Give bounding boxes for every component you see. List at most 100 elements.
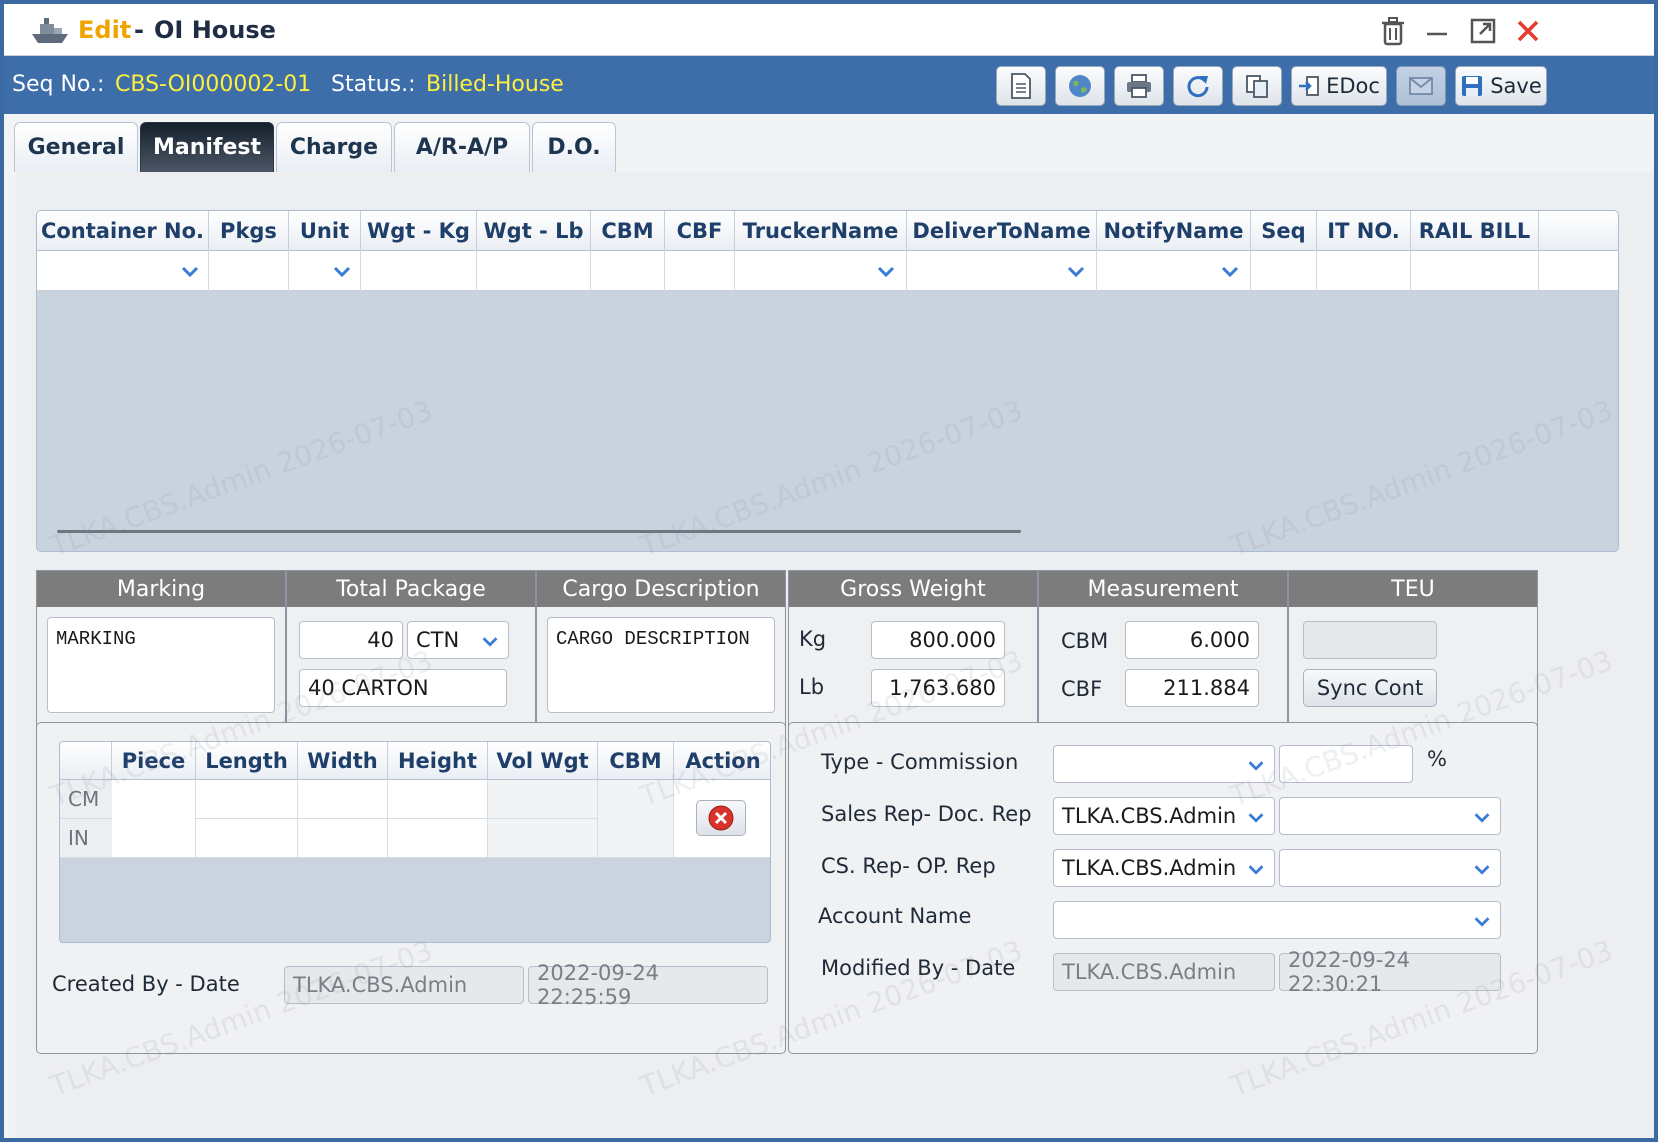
col-trucker-name[interactable]: TruckerName [735,211,907,251]
chevron-down-icon[interactable] [177,259,203,283]
filter-trucker-name[interactable] [735,251,907,291]
col-seq[interactable]: Seq [1251,211,1317,251]
filter-pkgs[interactable] [209,251,289,291]
print-button[interactable] [1114,66,1164,106]
chevron-down-icon[interactable] [1244,857,1268,881]
chevron-down-icon[interactable] [1217,259,1243,283]
filter-cbf[interactable] [665,251,735,291]
sales-doc-rep-label: Sales Rep- Doc. Rep [821,802,1032,826]
width-cm-input[interactable] [298,780,388,819]
col-unit[interactable]: Unit [289,211,361,251]
save-button[interactable]: Save [1455,66,1547,106]
account-name-select[interactable] [1053,901,1501,939]
col-cbf[interactable]: CBF [665,211,735,251]
sales-rep-select[interactable]: TLKA.CBS.Admin [1053,797,1275,835]
col-length[interactable]: Length [196,742,298,780]
horizontal-scrollbar[interactable] [57,530,1021,533]
col-wgt-lb[interactable]: Wgt - Lb [477,211,591,251]
col-piece[interactable]: Piece [112,742,196,780]
globe-button[interactable] [1055,66,1105,106]
package-unit-value: CTN [416,628,460,652]
marking-textarea[interactable]: MARKING [47,617,275,713]
measurement-cbm-input[interactable]: 6.000 [1125,621,1259,659]
filter-it-no[interactable] [1317,251,1411,291]
measurement-section: Measurement CBM 6.000 CBF 211.884 [1038,570,1288,732]
doc-rep-select[interactable] [1279,797,1501,835]
package-count-input[interactable]: 40 [299,621,403,659]
chevron-down-icon[interactable] [1470,805,1494,829]
col-deliver-to-name[interactable]: DeliverToName [907,211,1097,251]
chevron-down-icon[interactable] [329,259,355,283]
cs-rep-select[interactable]: TLKA.CBS.Admin [1053,849,1275,887]
col-cbm[interactable]: CBM [591,211,665,251]
chevron-down-icon[interactable] [1244,805,1268,829]
status-label: Status.: [331,72,416,97]
gross-weight-kg-input[interactable]: 800.000 [871,621,1005,659]
filter-wgt-kg[interactable] [361,251,477,291]
chevron-down-icon[interactable] [873,259,899,283]
col-pkgs[interactable]: Pkgs [209,211,289,251]
filter-deliver-to-name[interactable] [907,251,1097,291]
gross-weight-lb-input[interactable]: 1,763.680 [871,669,1005,707]
length-in-input[interactable] [196,819,298,858]
height-cm-input[interactable] [388,780,488,819]
edoc-button[interactable]: EDoc [1291,66,1387,106]
col-notify-name[interactable]: NotifyName [1097,211,1251,251]
delete-row-button[interactable] [696,800,746,836]
filter-seq[interactable] [1251,251,1317,291]
teu-section: TEU Sync Cont [1288,570,1538,732]
op-rep-select[interactable] [1279,849,1501,887]
tab-ar-ap[interactable]: A/R-A/P [394,122,530,172]
type-select[interactable] [1053,745,1275,783]
commission-input[interactable] [1279,745,1413,783]
measurement-cbf-input[interactable]: 211.884 [1125,669,1259,707]
filter-notify-name[interactable] [1097,251,1251,291]
tab-charge[interactable]: Charge [276,122,392,172]
package-unit-select[interactable]: CTN [407,621,509,659]
col-container-no[interactable]: Container No. [37,211,209,251]
cbm-label: CBM [1061,629,1109,653]
chevron-down-icon[interactable] [478,629,502,653]
filter-wgt-lb[interactable] [477,251,591,291]
cbf-label: CBF [1061,677,1103,701]
refresh-button[interactable] [1173,66,1223,106]
piece-input[interactable] [112,780,196,858]
document-icon [1011,73,1031,99]
close-icon[interactable] [1511,14,1545,48]
copy-button[interactable] [1232,66,1282,106]
filter-cbm[interactable] [591,251,665,291]
package-description-input[interactable]: 40 CARTON [299,669,507,707]
col-rail-bill[interactable]: RAIL BILL [1411,211,1539,251]
col-width[interactable]: Width [298,742,388,780]
maximize-icon[interactable] [1466,14,1500,48]
col-vol-wgt[interactable]: Vol Wgt [488,742,598,780]
col-cbm[interactable]: CBM [598,742,674,780]
chevron-down-icon[interactable] [1063,259,1089,283]
filter-container-no[interactable] [37,251,209,291]
tab-manifest[interactable]: Manifest [140,122,274,172]
chevron-down-icon[interactable] [1470,909,1494,933]
sync-cont-button[interactable]: Sync Cont [1303,669,1437,707]
tab-general[interactable]: General [14,122,138,172]
refresh-icon [1187,76,1209,98]
chevron-down-icon[interactable] [1244,753,1268,777]
height-in-input[interactable] [388,819,488,858]
chevron-down-icon[interactable] [1470,857,1494,881]
filter-unit[interactable] [289,251,361,291]
tab-bar: General Manifest Charge A/R-A/P D.O. [4,114,1654,172]
width-in-input[interactable] [298,819,388,858]
minimize-icon[interactable] [1420,14,1454,48]
modified-by-field: TLKA.CBS.Admin [1053,953,1275,991]
tab-do[interactable]: D.O. [532,122,616,172]
unit-in-label: IN [60,819,112,858]
document-button[interactable] [996,66,1046,106]
email-button[interactable] [1396,66,1446,106]
col-action[interactable]: Action [674,742,770,780]
cargo-description-textarea[interactable]: CARGO DESCRIPTION [547,617,775,713]
col-it-no[interactable]: IT NO. [1317,211,1411,251]
filter-rail-bill[interactable] [1411,251,1539,291]
length-cm-input[interactable] [196,780,298,819]
trash-icon[interactable] [1376,14,1410,48]
col-wgt-kg[interactable]: Wgt - Kg [361,211,477,251]
col-height[interactable]: Height [388,742,488,780]
